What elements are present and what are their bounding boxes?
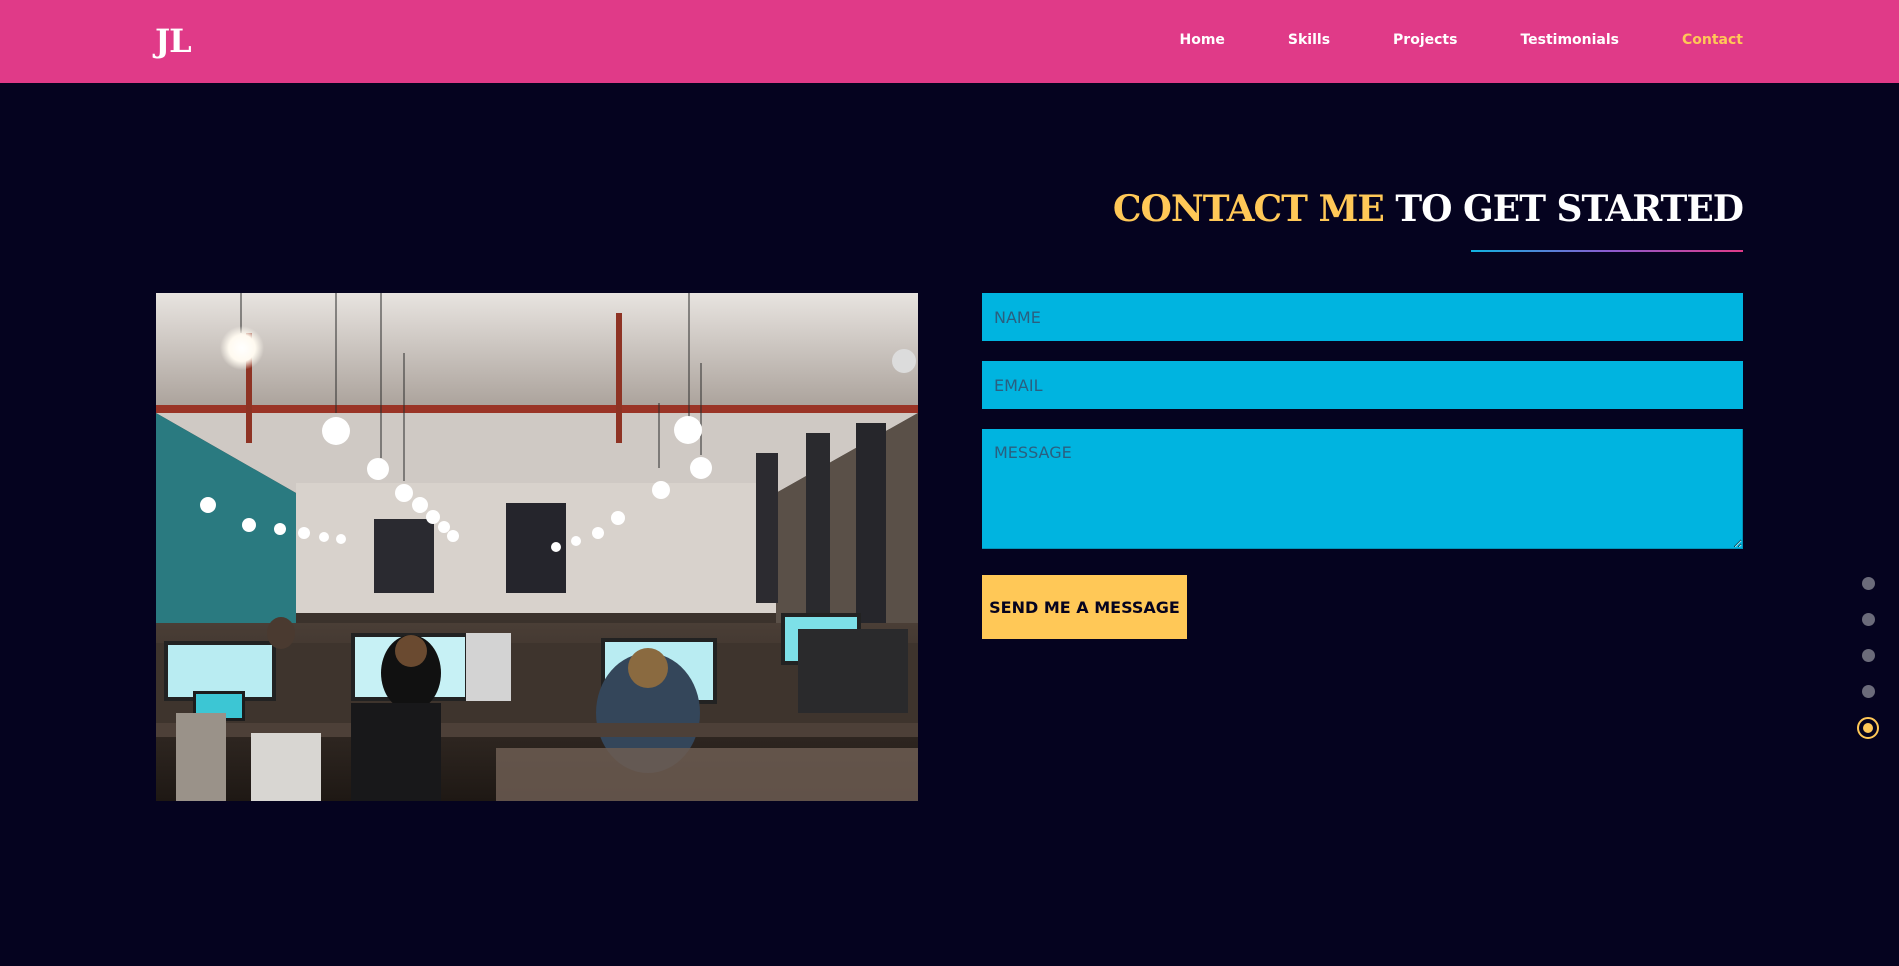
section-dot-5-active[interactable]	[1857, 717, 1879, 739]
section-dot-4[interactable]	[1861, 685, 1875, 698]
section-pagination	[1856, 577, 1880, 762]
name-input[interactable]	[982, 293, 1743, 341]
navbar: JL Home Skills Projects Testimonials Con…	[0, 0, 1899, 83]
section-dot-1[interactable]	[1861, 577, 1875, 590]
nav-links: Home Skills Projects Testimonials Contac…	[1116, 32, 1743, 48]
section-dot-3[interactable]	[1861, 649, 1875, 662]
heading-underline	[1471, 250, 1743, 252]
nav-link-contact[interactable]: Contact	[1682, 32, 1743, 48]
nav-link-skills[interactable]: Skills	[1288, 32, 1330, 48]
contact-heading-accent: CONTACT ME	[1112, 188, 1385, 230]
contact-heading-rest: TO GET STARTED	[1383, 188, 1744, 230]
email-input[interactable]	[982, 361, 1743, 409]
message-textarea[interactable]	[982, 429, 1743, 549]
office-photo-illustration	[156, 293, 918, 801]
logo[interactable]: JL	[155, 22, 192, 60]
send-message-button[interactable]: SEND ME A MESSAGE	[982, 575, 1187, 639]
nav-link-home[interactable]: Home	[1179, 32, 1224, 48]
section-dot-2[interactable]	[1861, 613, 1875, 626]
nav-link-projects[interactable]: Projects	[1393, 32, 1457, 48]
nav-link-testimonials[interactable]: Testimonials	[1520, 32, 1619, 48]
contact-heading: CONTACT ME TO GET STARTED	[1112, 188, 1744, 230]
office-photo	[156, 293, 918, 801]
